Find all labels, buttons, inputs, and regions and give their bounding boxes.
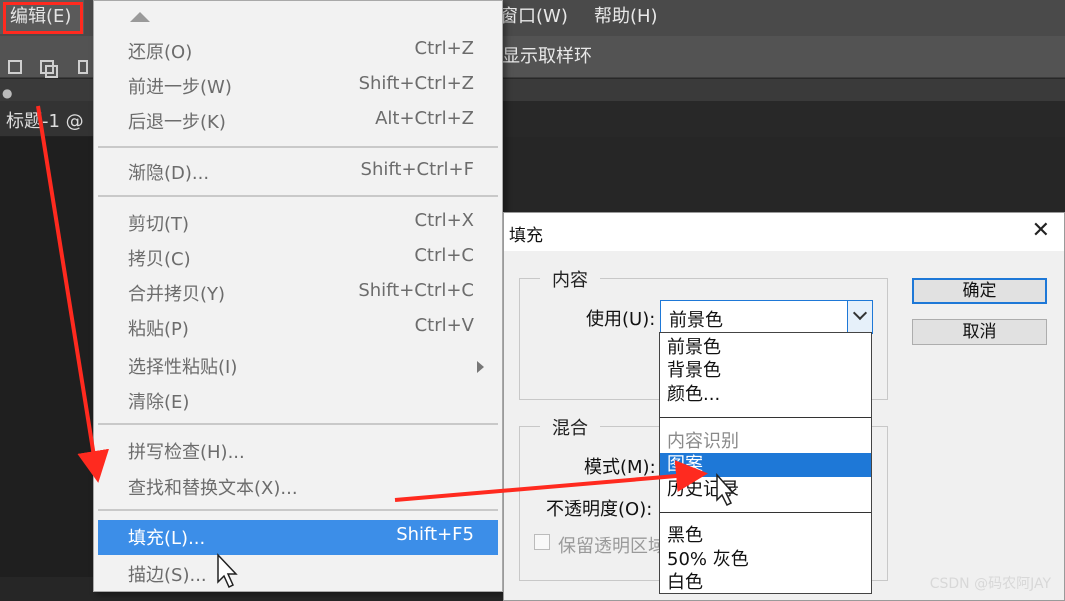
annotation-overlay	[36, 105, 735, 589]
watermark: CSDN @码农阿JAY	[929, 576, 1051, 592]
mouse-cursor-icon	[716, 473, 735, 507]
annotation-arrow-right	[394, 460, 708, 502]
mouse-cursor-icon	[217, 553, 238, 589]
annotation-arrow-down	[36, 105, 110, 483]
